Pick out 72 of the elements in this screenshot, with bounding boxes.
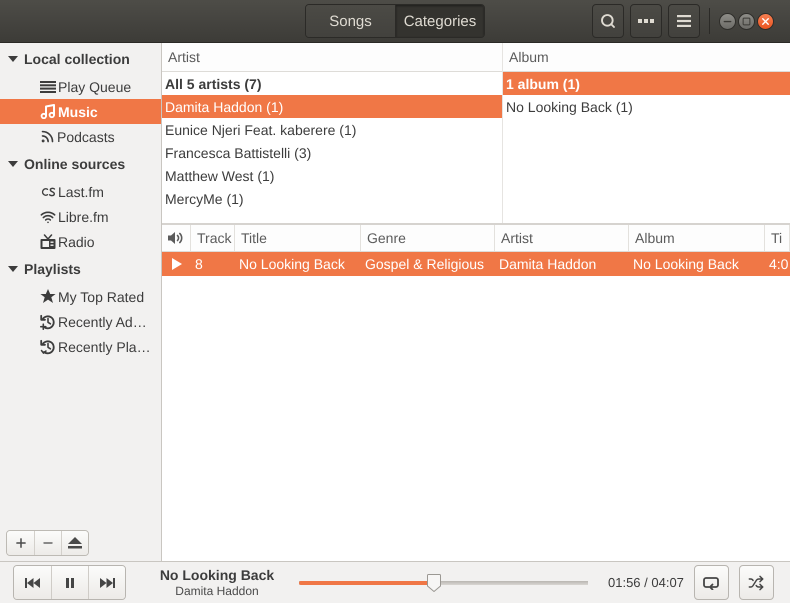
menu-icon (677, 15, 691, 27)
radio-icon (40, 234, 56, 249)
table-cell-text: 8 (194, 255, 204, 274)
sidebar-item[interactable]: Last.fm (0, 179, 161, 204)
list-item[interactable]: Francesca Battistelli (3) (162, 141, 502, 164)
add-button[interactable] (7, 531, 34, 555)
sidebar-item[interactable]: Podcasts (0, 124, 161, 149)
clock-plus-icon (40, 314, 56, 330)
table-cell-text: No Looking Back (632, 255, 740, 274)
next-button[interactable] (88, 566, 125, 599)
previous-button[interactable] (14, 566, 51, 599)
speaker-icon (168, 231, 184, 245)
repeat-icon (703, 576, 720, 590)
table-cell-text: No Looking Back (238, 255, 346, 274)
column-header[interactable]: Ti (765, 225, 790, 251)
plus-icon (14, 536, 28, 550)
expander-icon[interactable] (8, 159, 18, 169)
music-notes-icon (40, 104, 56, 119)
expander-icon[interactable] (8, 54, 18, 64)
wifi-icon (40, 208, 56, 224)
list-item[interactable]: All 5 artists (7) (162, 72, 502, 95)
repeat-button[interactable] (694, 565, 729, 600)
pause-button[interactable] (51, 566, 88, 599)
skip-forward-icon (100, 578, 114, 588)
time-text: 01:56 / 04:07 (608, 575, 684, 590)
loops-icon (40, 186, 56, 196)
menu-button[interactable] (668, 4, 700, 38)
dots-icon (638, 19, 654, 23)
sidebar-group-header[interactable]: Online sources (0, 149, 161, 179)
search-button[interactable] (592, 4, 624, 38)
maximize-icon (742, 16, 751, 26)
list-item[interactable]: Eunice Njeri Feat. kaberere (1) (162, 118, 502, 141)
view-tab[interactable]: Categories (395, 5, 484, 37)
minimize-button[interactable] (719, 12, 736, 30)
eject-button[interactable] (61, 531, 88, 555)
table-cell-text: Gospel & Religious (364, 255, 486, 274)
column-header[interactable]: Genre (361, 225, 495, 251)
sidebar-item[interactable]: Radio (0, 229, 161, 254)
close-icon (760, 16, 771, 26)
shuffle-button[interactable] (738, 565, 774, 600)
view-tab[interactable]: Songs (306, 5, 395, 37)
sidebar-item[interactable]: Recently Pla… (0, 334, 161, 359)
expander-icon[interactable] (8, 264, 18, 274)
sidebar-item[interactable]: Recently Ad… (0, 309, 161, 334)
sidebar-item[interactable]: Play Queue (0, 74, 161, 99)
shuffle-icon (748, 574, 764, 590)
list-icon (40, 80, 56, 92)
eject-icon (68, 537, 82, 549)
list-item[interactable]: No Looking Back (1) (503, 95, 790, 118)
history-icon (40, 338, 56, 354)
column-header[interactable]: Track (191, 225, 235, 251)
column-header[interactable]: Album (629, 225, 765, 251)
maximize-button[interactable] (738, 12, 755, 30)
star-icon (40, 289, 56, 304)
search-icon (600, 13, 616, 29)
list-item[interactable]: Matthew West (1) (162, 164, 502, 187)
rss-icon (40, 129, 55, 144)
table-cell-text: 4:0 (768, 255, 790, 274)
sidebar-item[interactable]: My Top Rated (0, 284, 161, 309)
song-artist: Damita Haddon (175, 584, 259, 598)
skip-back-icon (25, 578, 40, 588)
column-header[interactable]: Artist (495, 225, 629, 251)
list-item[interactable]: MercyMe (1) (162, 187, 502, 210)
more-button[interactable] (630, 4, 662, 38)
slider-thumb[interactable] (426, 574, 441, 592)
song-title: No Looking Back (160, 566, 274, 584)
table-cell-text: Damita Haddon (498, 255, 598, 274)
sidebar-group-header[interactable]: Playlists (0, 254, 161, 284)
sidebar-group-header[interactable]: Local collection (0, 44, 161, 74)
sidebar-item[interactable]: Libre.fm (0, 204, 161, 229)
close-button[interactable] (757, 12, 774, 30)
column-header[interactable]: Title (235, 225, 361, 251)
